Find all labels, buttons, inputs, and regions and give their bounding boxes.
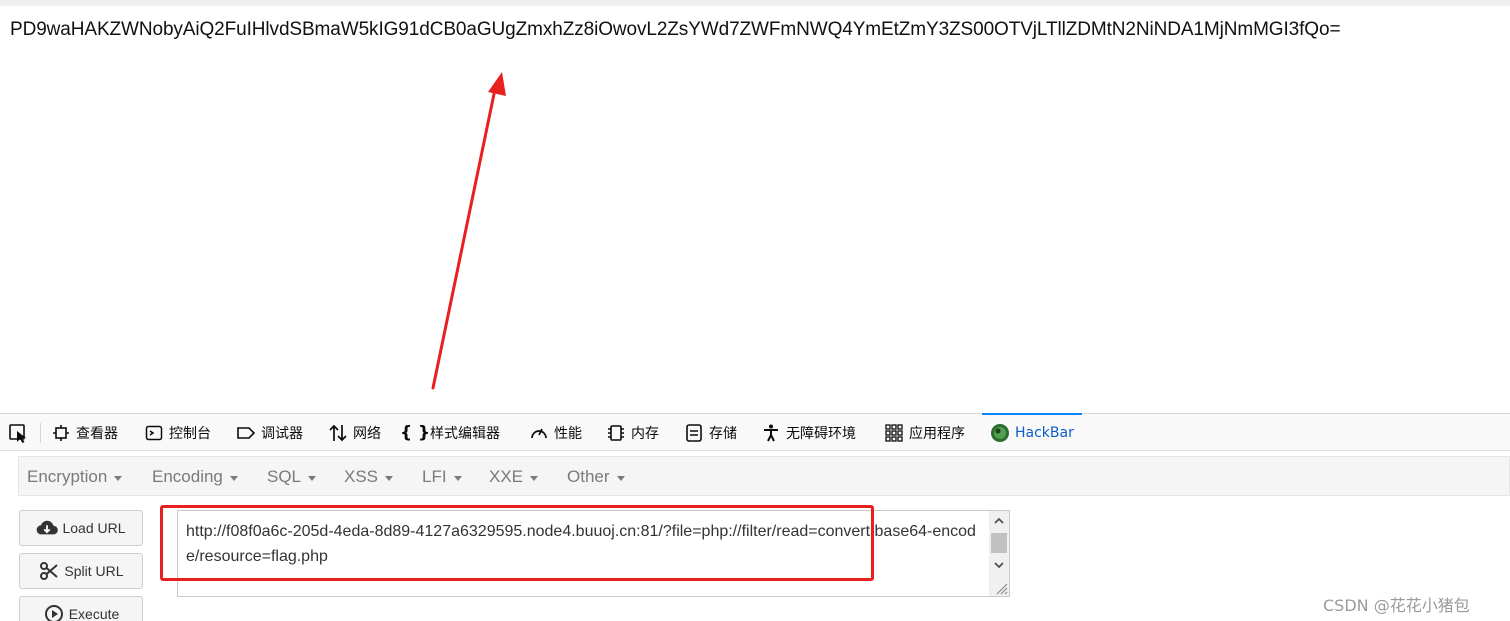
tab-label: 应用程序 [909,425,965,442]
tab-label: 无障碍环境 [786,425,856,442]
tab-performance[interactable]: 性能 [529,414,582,451]
memory-icon [606,423,626,443]
application-icon [884,423,904,443]
tab-label: 控制台 [169,425,211,442]
tab-label: 性能 [554,425,582,442]
tab-memory[interactable]: 内存 [606,414,659,451]
csdn-watermark: CSDN @花花小猪包 [1323,596,1470,615]
chevron-down-icon [616,475,625,481]
tab-label: 样式编辑器 [430,425,500,442]
storage-icon [684,423,704,443]
tab-accessibility[interactable]: 无障碍环境 [761,414,856,451]
tab-label: 存储 [709,425,737,442]
chevron-down-icon [453,475,462,481]
tab-style-editor[interactable]: { } 样式编辑器 [399,414,500,451]
button-label: Split URL [64,563,124,579]
chevron-down-icon [114,475,123,481]
tab-hackbar[interactable]: HackBar [982,413,1082,451]
element-picker-icon[interactable] [6,422,32,444]
hackbar-icon [990,423,1010,443]
split-url-button[interactable]: Split URL [19,553,143,589]
menu-xss[interactable]: XSS [344,457,394,497]
network-icon [328,423,348,443]
tab-inspector[interactable]: 查看器 [51,414,118,451]
menu-label: LFI [422,467,447,486]
scroll-up-icon[interactable] [989,511,1009,531]
tab-label: 网络 [353,425,381,442]
load-url-button[interactable]: Load URL [19,510,143,546]
menu-xxe[interactable]: XXE [489,457,539,497]
hackbar-menu-bar: Encryption Encoding SQL XSS LFI XXE Othe… [18,456,1510,496]
menu-label: XXE [489,467,524,486]
cloud-download-icon [36,519,59,537]
tab-label: 调试器 [261,425,303,442]
performance-icon [529,423,549,443]
console-icon [144,423,164,443]
url-textarea[interactable]: http://f08f0a6c-205d-4eda-8d89-4127a6329… [177,510,1010,597]
menu-label: XSS [344,467,379,486]
tab-label: HackBar [1015,424,1074,441]
menu-label: SQL [267,467,302,486]
play-circle-icon [43,605,65,621]
button-label: Load URL [62,520,126,536]
menu-label: Encoding [152,467,223,486]
inspector-icon [51,423,71,443]
tab-debugger[interactable]: 调试器 [236,414,303,451]
tab-application[interactable]: 应用程序 [884,414,965,451]
menu-encoding[interactable]: Encoding [152,457,238,497]
url-value[interactable]: http://f08f0a6c-205d-4eda-8d89-4127a6329… [186,519,976,569]
screenshot-root: PD9waHAKZWNobyAiQ2FuIHlvdSBmaW5kIG91dCB0… [0,0,1510,621]
tab-storage[interactable]: 存储 [684,414,737,451]
menu-lfi[interactable]: LFI [422,457,462,497]
red-arrow-annotation [431,72,506,390]
devtools-toolbar: 查看器 控制台 调试器 网络 { } 样式编辑器 性能 内存 存储 无障碍环境 … [0,413,1510,451]
scissors-icon [38,562,60,580]
tab-console[interactable]: 控制台 [144,414,211,451]
menu-sql[interactable]: SQL [267,457,317,497]
scrollbar-thumb[interactable] [991,533,1007,553]
toolbar-divider [40,423,41,443]
button-label: Execute [68,606,120,621]
debugger-icon [236,423,256,443]
style-editor-icon: { } [399,422,431,443]
scroll-down-icon[interactable] [989,555,1009,575]
tab-label: 查看器 [76,425,118,442]
chevron-down-icon [308,475,317,481]
execute-button[interactable]: Execute [19,596,143,621]
accessibility-icon [761,423,781,443]
menu-label: Other [567,467,610,486]
chevron-down-icon [385,475,394,481]
menu-other[interactable]: Other [567,457,625,497]
tab-network[interactable]: 网络 [328,414,381,451]
menu-encryption[interactable]: Encryption [27,457,123,497]
menu-label: Encryption [27,467,108,486]
tab-label: 内存 [631,425,659,442]
chevron-down-icon [530,475,539,481]
page-viewport: PD9waHAKZWNobyAiQ2FuIHlvdSBmaW5kIG91dCB0… [0,0,1510,412]
resize-grip-icon[interactable] [992,579,1008,595]
chevron-down-icon [229,475,238,481]
